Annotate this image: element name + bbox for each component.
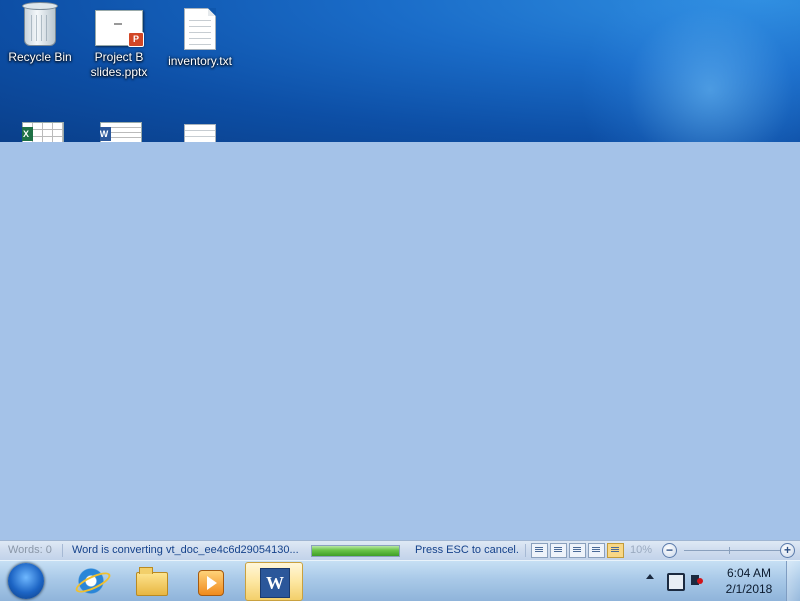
taskbar: W 6:04 AM 2/1/2018 <box>0 560 800 601</box>
desktop: Recycle Bin P Project B slides.pptx inve… <box>0 0 800 142</box>
network-icon[interactable] <box>667 573 685 591</box>
desktop-icon-text-file[interactable] <box>184 124 216 142</box>
desktop-icon-label: inventory.txt <box>168 54 232 68</box>
desktop-icon-label: Project B slides.pptx <box>90 50 148 79</box>
excel-file-icon: X <box>22 122 64 142</box>
desktop-icon-project-b-slides[interactable]: P Project B slides.pptx <box>81 10 157 80</box>
folder-icon <box>136 567 168 596</box>
start-button[interactable] <box>8 563 44 599</box>
full-screen-reading-view-button[interactable] <box>550 543 567 558</box>
clock-time: 6:04 AM <box>726 566 772 580</box>
word-icon: W <box>260 568 290 598</box>
print-layout-view-button[interactable] <box>531 543 548 558</box>
desktop-icon-word-file[interactable]: W <box>100 122 142 142</box>
taskbar-internet-explorer[interactable] <box>62 562 118 599</box>
desktop-icon-recycle-bin[interactable]: Recycle Bin <box>2 2 78 65</box>
internet-explorer-icon <box>78 568 104 594</box>
status-separator <box>525 544 526 557</box>
conversion-message: Word is converting vt_doc_ee4c6d29054130… <box>72 544 299 556</box>
media-player-icon <box>198 570 224 596</box>
word-status-bar: Words: 0 Word is converting vt_doc_ee4c6… <box>0 540 800 560</box>
word-count[interactable]: Words: 0 <box>8 541 52 559</box>
word-file-icon: W <box>100 122 142 142</box>
system-clock[interactable]: 6:04 AM 2/1/2018 <box>713 565 785 597</box>
view-buttons <box>531 543 624 558</box>
clock-date: 2/1/2018 <box>725 582 773 596</box>
progress-fill <box>312 546 399 556</box>
outline-view-button[interactable] <box>588 543 605 558</box>
text-file-icon <box>184 8 216 50</box>
taskbar-microsoft-word[interactable]: W <box>245 562 303 601</box>
desktop-icon-inventory[interactable]: inventory.txt <box>162 8 238 69</box>
taskbar-windows-explorer[interactable] <box>122 562 178 599</box>
esc-cancel-hint: Press ESC to cancel. <box>415 544 519 556</box>
show-hidden-icons-arrow-icon[interactable] <box>646 574 654 579</box>
text-file-icon <box>184 124 216 142</box>
zoom-in-button[interactable]: + <box>780 543 795 558</box>
draft-view-button[interactable] <box>607 543 624 558</box>
zoom-out-button[interactable]: − <box>662 543 677 558</box>
show-desktop-button[interactable] <box>786 561 800 601</box>
volume-muted-icon[interactable] <box>691 575 703 585</box>
powerpoint-file-icon: P <box>95 10 144 47</box>
zoom-slider[interactable] <box>684 547 780 554</box>
desktop-icon-label: Recycle Bin <box>8 50 72 64</box>
taskbar-media-player[interactable] <box>182 562 238 599</box>
desktop-icon-excel-file[interactable]: X <box>22 122 64 142</box>
zoom-level[interactable]: 10% <box>630 541 652 559</box>
conversion-progress-bar <box>311 545 400 557</box>
web-layout-view-button[interactable] <box>569 543 586 558</box>
word-document-area <box>0 142 800 540</box>
recycle-bin-icon <box>22 2 58 46</box>
status-separator <box>62 544 63 557</box>
